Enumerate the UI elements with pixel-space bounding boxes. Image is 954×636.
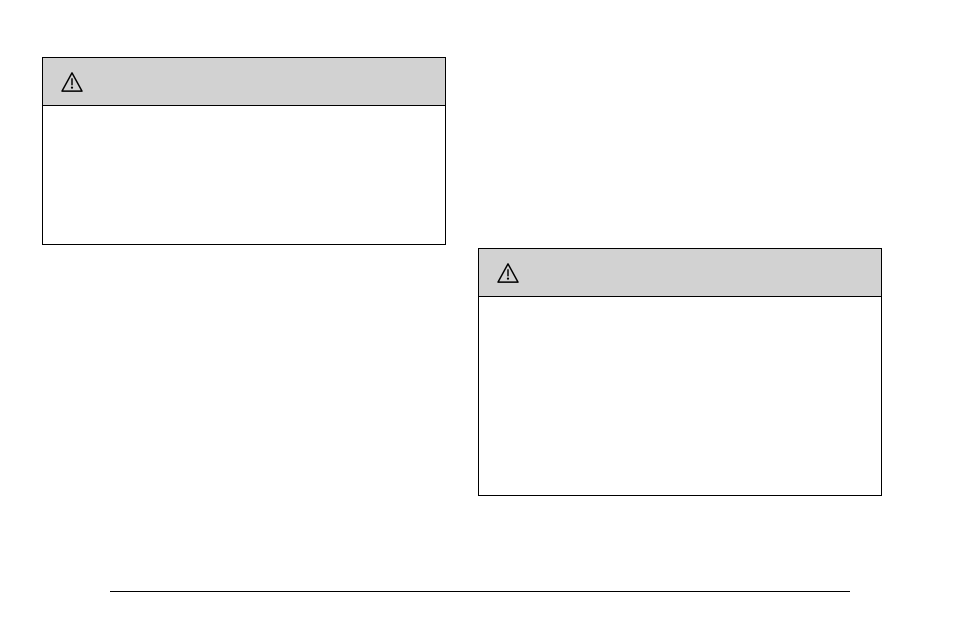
- callout-caution-left: [42, 57, 446, 245]
- callout-body-right: [479, 297, 881, 317]
- footer-divider: [110, 591, 850, 592]
- page-container: [0, 0, 954, 636]
- warning-icon: [497, 263, 519, 283]
- callout-body-left: [43, 106, 445, 126]
- callout-header-right: [479, 249, 881, 297]
- callout-caution-right: [478, 248, 882, 496]
- warning-icon: [61, 72, 83, 92]
- callout-header-left: [43, 58, 445, 106]
